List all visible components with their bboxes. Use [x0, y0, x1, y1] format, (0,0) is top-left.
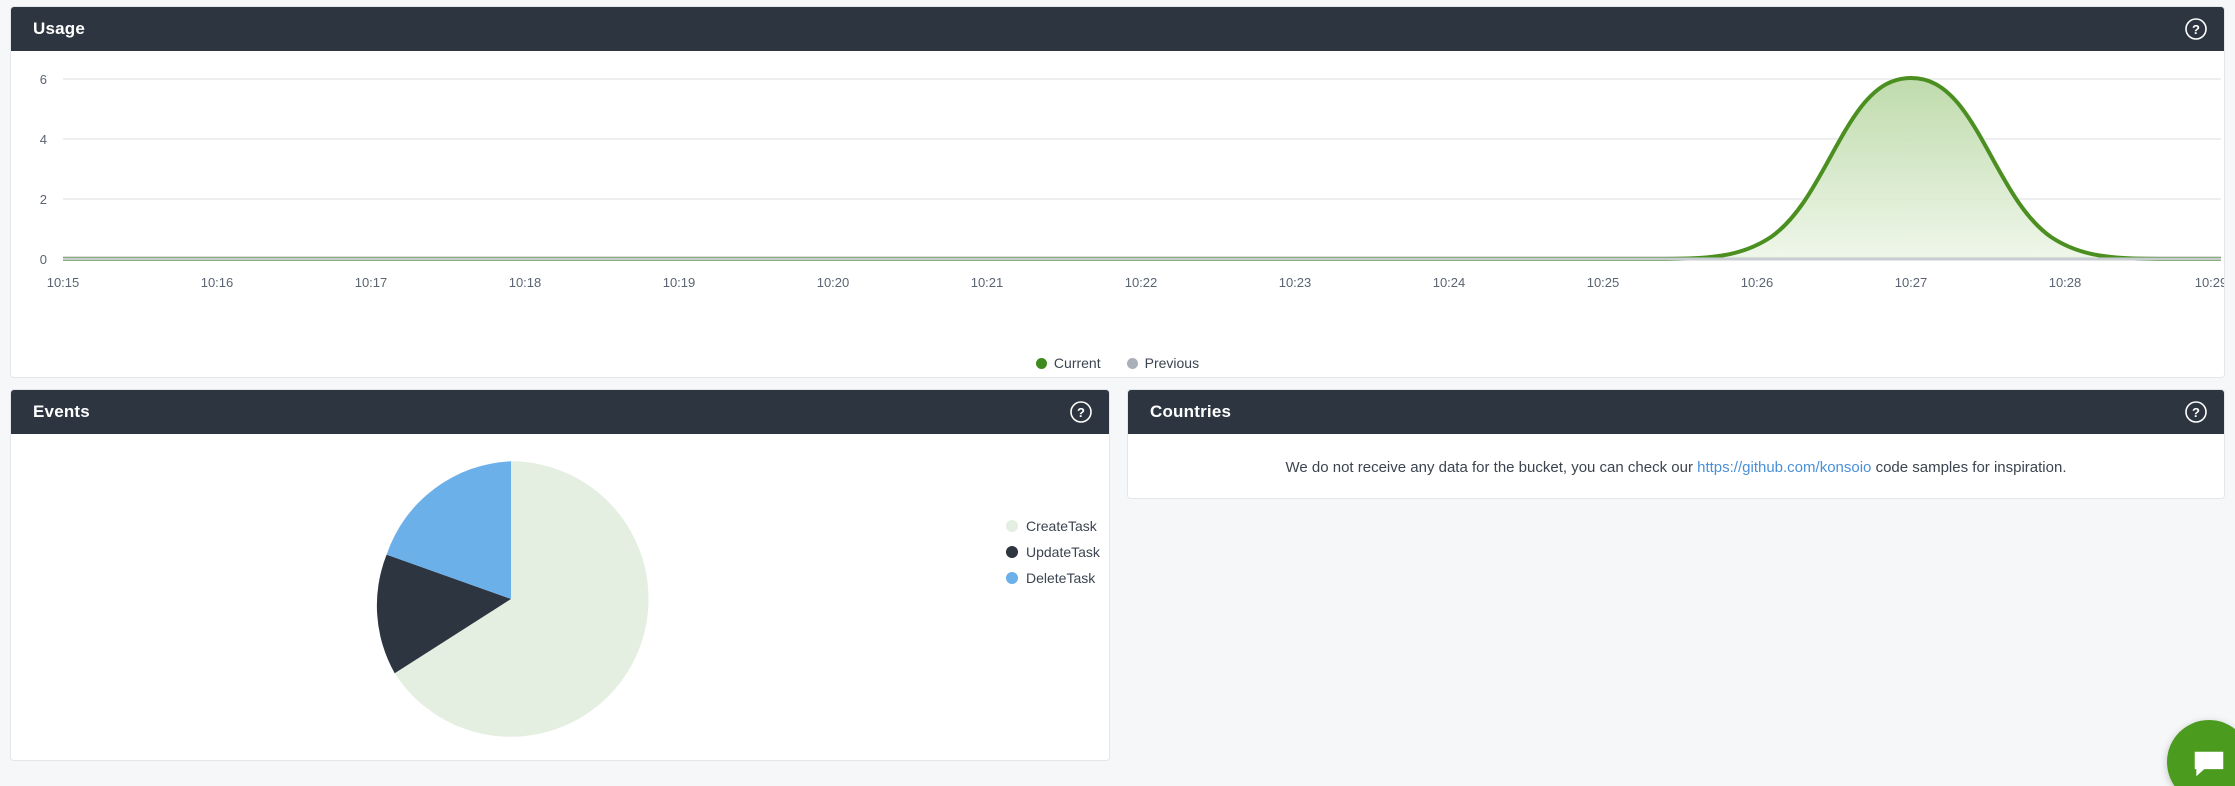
legend-dot-current [1035, 357, 1047, 369]
legend-item-previous[interactable]: Previous [1126, 355, 1200, 371]
events-panel: Events ? CreateTask UpdateTask DeleteTas… [10, 389, 1110, 761]
legend-dot-deletetask [1006, 572, 1018, 584]
svg-text:?: ? [2192, 22, 2200, 37]
x-tick-13: 10:28 [2049, 275, 2082, 290]
legend-item-updatetask[interactable]: UpdateTask [1006, 544, 1100, 560]
x-tick-4: 10:19 [663, 275, 696, 290]
usage-chart-legend: Current Previous [11, 355, 2224, 371]
x-tick-3: 10:18 [509, 275, 542, 290]
x-tick-2: 10:17 [355, 275, 388, 290]
x-tick-1: 10:16 [201, 275, 234, 290]
x-tick-5: 10:20 [817, 275, 850, 290]
countries-empty-message: We do not receive any data for the bucke… [1285, 459, 2066, 476]
question-circle-icon[interactable]: ? [1069, 400, 1093, 424]
legend-label-previous: Previous [1144, 355, 1200, 371]
countries-panel-title: Countries [1150, 402, 1232, 421]
countries-message-before: We do not receive any data for the bucke… [1285, 458, 1693, 476]
x-tick-8: 10:23 [1279, 275, 1312, 290]
events-panel-header: Events ? [11, 390, 1109, 434]
question-circle-icon[interactable]: ? [2184, 17, 2208, 41]
legend-dot-createtask [1006, 520, 1018, 532]
bottom-row: Events ? CreateTask UpdateTask DeleteTas… [10, 389, 2225, 761]
events-chart-body: CreateTask UpdateTask DeleteTask [11, 434, 1109, 760]
x-tick-9: 10:24 [1433, 275, 1466, 290]
svg-text:?: ? [2192, 405, 2200, 420]
y-tick-6: 6 [40, 72, 47, 87]
usage-chart-body: 6 4 2 0 10:15 10:16 10:17 10:18 10:19 10… [11, 51, 2224, 377]
countries-panel: Countries ? We do not receive any data f… [1127, 389, 2225, 499]
x-tick-11: 10:26 [1741, 275, 1774, 290]
usage-panel-header: Usage ? [11, 7, 2224, 51]
x-tick-7: 10:22 [1125, 275, 1158, 290]
legend-item-deletetask[interactable]: DeleteTask [1006, 570, 1100, 586]
usage-panel-title: Usage [33, 19, 86, 38]
events-pie-wrap [366, 454, 656, 744]
usage-panel: Usage ? 6 4 2 0 10:15 10:16 10:17 10:18 … [10, 6, 2225, 378]
events-pie-legend: CreateTask UpdateTask DeleteTask [1006, 518, 1100, 586]
legend-label-createtask: CreateTask [1026, 518, 1097, 534]
dashboard-page: Usage ? 6 4 2 0 10:15 10:16 10:17 10:18 … [0, 0, 2235, 786]
konsoio-github-link[interactable]: https://github.com/konsoio [1697, 459, 1871, 476]
chat-bubble-icon [2194, 751, 2224, 777]
legend-item-createtask[interactable]: CreateTask [1006, 518, 1100, 534]
y-tick-2: 2 [40, 192, 47, 207]
legend-dot-previous [1126, 357, 1138, 369]
question-circle-icon[interactable]: ? [2184, 400, 2208, 424]
y-tick-0: 0 [40, 252, 47, 267]
legend-label-deletetask: DeleteTask [1026, 570, 1096, 586]
countries-panel-body: We do not receive any data for the bucke… [1128, 434, 2224, 498]
x-tick-10: 10:25 [1587, 275, 1620, 290]
y-tick-4: 4 [40, 132, 47, 147]
legend-label-current: Current [1053, 355, 1101, 371]
countries-message-after: code samples for inspiration. [1875, 458, 2067, 476]
usage-area-chart[interactable]: 6 4 2 0 10:15 10:16 10:17 10:18 10:19 10… [11, 51, 2224, 341]
events-pie-chart[interactable] [366, 454, 656, 744]
events-panel-title: Events [33, 402, 90, 421]
legend-item-current[interactable]: Current [1035, 355, 1101, 371]
x-tick-6: 10:21 [971, 275, 1004, 290]
legend-label-updatetask: UpdateTask [1026, 544, 1100, 560]
series-current-area [63, 78, 2221, 259]
x-tick-0: 10:15 [47, 275, 80, 290]
x-tick-14: 10:29 [2195, 275, 2224, 290]
countries-panel-header: Countries ? [1128, 390, 2224, 434]
legend-dot-updatetask [1006, 546, 1018, 558]
x-tick-12: 10:27 [1895, 275, 1928, 290]
svg-text:?: ? [1077, 405, 1085, 420]
